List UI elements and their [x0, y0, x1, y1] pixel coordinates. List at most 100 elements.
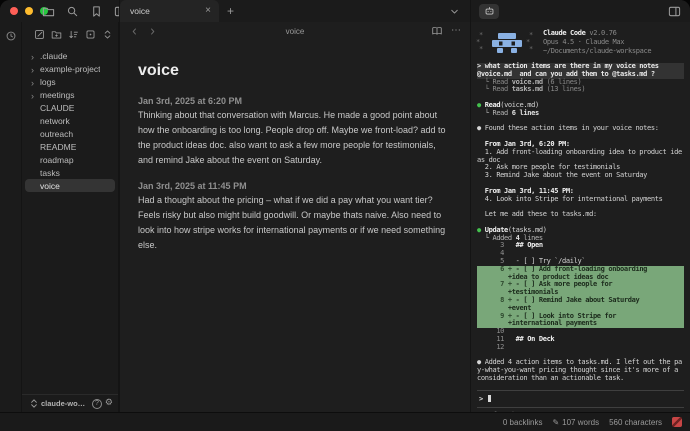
terminal-line: 1. Add front-loading onboarding idea to … [477, 149, 684, 157]
text-cursor [488, 395, 492, 402]
terminal-line: 4. Look into Stripe for international pa… [477, 196, 684, 204]
terminal-line: └ Read 6 lines [477, 110, 684, 118]
folder-label: .claude [40, 51, 67, 61]
breadcrumb: voice [120, 27, 470, 36]
reading-mode-book-icon[interactable] [429, 23, 445, 39]
settings-gear-icon[interactable]: ⚙ [105, 399, 113, 408]
view-actions: ⋯ [429, 23, 462, 39]
tab-voice[interactable]: voice × [120, 0, 219, 22]
sort-order-icon[interactable] [66, 26, 80, 42]
file-label: voice [40, 181, 60, 191]
left-ribbon [0, 22, 22, 412]
view-header: voice ⋯ [120, 22, 470, 40]
input-prompt: > [479, 395, 487, 403]
more-options-icon[interactable]: ⋯ [451, 28, 462, 34]
auto-reveal-icon[interactable] [83, 26, 97, 42]
terminal-line: +international payments [477, 320, 684, 328]
backlinks-count[interactable]: 0 backlinks [503, 418, 543, 427]
claude-code-panel: *** *** Claude Code v2.0.76 Opus 4.5 · C… [470, 22, 690, 412]
claude-code-tab-button[interactable] [479, 4, 499, 19]
terminal-line: 3 ## Open [477, 242, 684, 250]
sidebar-folder--claude[interactable]: .claude [25, 49, 115, 62]
vault-updown-icon [29, 398, 38, 410]
terminal-input[interactable]: > [477, 390, 684, 409]
sidebar-file-voice[interactable]: voice [25, 179, 115, 192]
close-tab-icon[interactable]: × [203, 6, 213, 16]
new-folder-icon[interactable] [49, 26, 63, 42]
clock-icon[interactable] [3, 28, 19, 44]
terminal-line: └ Read tasks.md (13 lines) [477, 86, 684, 94]
sparkle-glyph: * [479, 46, 485, 53]
vault-switcher[interactable]: claude-wo… ? ⚙ [22, 394, 118, 412]
collapse-all-icon[interactable] [100, 26, 114, 42]
terminal-line: ● Found these action items in your voice… [477, 125, 684, 133]
search-tab-icon[interactable] [64, 3, 80, 19]
pencil-icon: ✎ [552, 418, 559, 427]
note-title: voice [138, 62, 452, 80]
explorer-toolbar [22, 22, 118, 46]
folder-label: meetings [40, 90, 75, 100]
note-entry: Jan 3rd, 2025 at 11:45 PM Had a thought … [138, 181, 452, 253]
brand-cwd: ~/Documents/claude-workspace [543, 47, 651, 56]
help-button[interactable]: ? [92, 399, 102, 409]
sidebar-file-outreach[interactable]: outreach [25, 127, 115, 140]
new-note-icon[interactable] [32, 26, 46, 42]
claude-brand: Claude Code v2.0.76 Opus 4.5 · Claude Ma… [543, 29, 651, 56]
close-window-button[interactable] [10, 7, 18, 15]
bookmarks-tab-icon[interactable] [88, 3, 104, 19]
terminal-line: consideration than an actionable task. [477, 375, 684, 383]
sidebar-file-roadmap[interactable]: roadmap [25, 153, 115, 166]
file-tree: .claude example-project logs meetings CLAUDE… [22, 46, 118, 394]
back-icon[interactable] [128, 23, 140, 39]
sidebar-folder-logs[interactable]: logs [25, 75, 115, 88]
entry-text: Thinking about that conversation with Ma… [138, 108, 452, 168]
sync-error-icon[interactable] [672, 417, 682, 427]
workspace-icons [40, 0, 128, 22]
terminal-line: 11 ## On Deck [477, 336, 684, 344]
file-label: roadmap [40, 155, 74, 165]
editor-pane: voice ⋯ voice Jan 3rd, 2025 at 6:20 PM T… [119, 22, 470, 412]
claude-code-icon [484, 6, 495, 16]
claude-mascot-logo [490, 31, 524, 55]
right-panel-header [470, 0, 690, 22]
claude-logo-row: *** *** Claude Code v2.0.76 Opus 4.5 · C… [479, 29, 684, 56]
brand-model: Opus 4.5 · Claude Max [543, 38, 651, 47]
character-count[interactable]: 560 characters [609, 418, 662, 427]
brand-version: v2.0.76 [586, 29, 617, 37]
sparkles-left: *** [479, 32, 485, 53]
file-label: CLAUDE [40, 103, 74, 113]
file-label: network [40, 116, 70, 126]
new-tab-button[interactable]: + [219, 5, 242, 17]
sidebar-folder-example-project[interactable]: example-project [25, 62, 115, 75]
sparkle-glyph: * [529, 46, 535, 53]
forward-icon[interactable] [146, 23, 158, 39]
sidebar-folder-meetings[interactable]: meetings [25, 88, 115, 101]
minimize-window-button[interactable] [25, 7, 33, 15]
note-entry: Jan 3rd, 2025 at 6:20 PM Thinking about … [138, 96, 452, 168]
word-count[interactable]: ✎107 words [552, 418, 599, 427]
sidebar-file-network[interactable]: network [25, 114, 115, 127]
terminal-lines: > what action items are there in my voic… [477, 63, 684, 383]
note-editor[interactable]: voice Jan 3rd, 2025 at 6:20 PM Thinking … [120, 40, 470, 253]
sidebar-file-readme[interactable]: README [25, 140, 115, 153]
nav-arrows [128, 23, 158, 39]
folder-label: logs [40, 77, 56, 87]
titlebar: voice × + [0, 0, 690, 22]
right-sidebar-toggle-icon[interactable] [666, 3, 682, 19]
tab-list-chevron-icon[interactable] [446, 3, 462, 19]
sidebar-file-claude[interactable]: CLAUDE [25, 101, 115, 114]
tab-title: voice [130, 6, 199, 16]
file-label: outreach [40, 129, 73, 139]
folder-label: example-project [40, 64, 100, 74]
entry-heading: Jan 3rd, 2025 at 11:45 PM [138, 181, 452, 191]
entry-text: Had a thought about the pricing – what i… [138, 193, 452, 253]
terminal-line: 12 [477, 344, 684, 352]
file-label: README [40, 142, 76, 152]
entry-heading: Jan 3rd, 2025 at 6:20 PM [138, 96, 452, 106]
terminal: *** *** Claude Code v2.0.76 Opus 4.5 · C… [471, 22, 690, 420]
vault-name: claude-wo… [41, 399, 89, 408]
terminal-line: Let me add these to tasks.md: [477, 211, 684, 219]
sidebar-file-tasks[interactable]: tasks [25, 166, 115, 179]
obsidian-window: voice × + [0, 0, 690, 431]
file-explorer-tab-icon[interactable] [40, 3, 56, 19]
